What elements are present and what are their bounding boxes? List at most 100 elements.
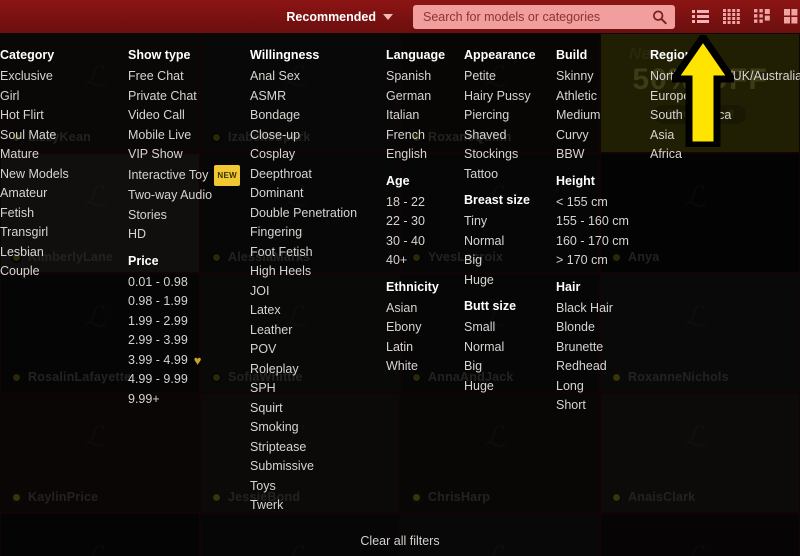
filter-option[interactable]: Dominant — [250, 184, 357, 204]
filter-option[interactable]: Two-way Audio — [128, 186, 240, 206]
filter-option[interactable]: Italian — [386, 106, 445, 126]
sort-dropdown[interactable]: Recommended — [280, 10, 399, 24]
filter-option[interactable]: Close-up — [250, 126, 357, 146]
filter-option[interactable]: Toys — [250, 477, 357, 497]
filter-option[interactable]: Asia — [650, 126, 800, 146]
filter-option[interactable]: Double Penetration — [250, 204, 357, 224]
filter-option[interactable]: Black Hair — [556, 299, 629, 319]
filter-option[interactable]: South America — [650, 106, 800, 126]
filter-option[interactable]: Exclusive — [0, 67, 69, 87]
search-box[interactable] — [413, 4, 675, 29]
filter-option[interactable]: > 170 cm — [556, 251, 629, 271]
filter-option[interactable]: Long — [556, 377, 629, 397]
filter-option[interactable]: Africa — [650, 145, 800, 165]
filter-option[interactable]: SPH — [250, 379, 357, 399]
filter-option[interactable]: Anal Sex — [250, 67, 357, 87]
filter-option[interactable]: Normal — [464, 232, 536, 252]
filter-option[interactable]: Asian — [386, 299, 445, 319]
filter-option[interactable]: English — [386, 145, 445, 165]
filter-option[interactable]: Athletic — [556, 87, 629, 107]
filter-option[interactable]: 4.99 - 9.99 — [128, 370, 240, 390]
filter-option[interactable]: Big — [464, 251, 536, 271]
filter-option[interactable]: Free Chat — [128, 67, 240, 87]
filter-option[interactable]: Smoking — [250, 418, 357, 438]
filter-option[interactable]: Soul Mate — [0, 126, 69, 146]
filter-option[interactable]: 2.99 - 3.99 — [128, 331, 240, 351]
filter-option[interactable]: Mature — [0, 145, 69, 165]
filter-option[interactable]: German — [386, 87, 445, 107]
filter-option[interactable]: 3.99 - 4.99 ♥ — [128, 351, 240, 371]
filter-option[interactable]: Transgirl — [0, 223, 69, 243]
filter-option[interactable]: Fingering — [250, 223, 357, 243]
filter-option[interactable]: Mobile Live — [128, 126, 240, 146]
filter-option[interactable]: Private Chat — [128, 87, 240, 107]
filter-option[interactable]: 22 - 30 — [386, 212, 445, 232]
filter-option[interactable]: VIP Show — [128, 145, 240, 165]
filter-option[interactable]: French — [386, 126, 445, 146]
filter-option[interactable]: 0.98 - 1.99 — [128, 292, 240, 312]
filter-option[interactable]: White — [386, 357, 445, 377]
filter-option[interactable]: Europe — [650, 87, 800, 107]
filter-option[interactable]: Foot Fetish — [250, 243, 357, 263]
filter-option[interactable]: Roleplay — [250, 360, 357, 380]
filter-option[interactable]: Hairy Pussy — [464, 87, 536, 107]
view-grid-medium-icon[interactable] — [754, 9, 770, 24]
filter-option[interactable]: Submissive — [250, 457, 357, 477]
filter-option[interactable]: < 155 cm — [556, 193, 629, 213]
filter-option[interactable]: 155 - 160 cm — [556, 212, 629, 232]
filter-option[interactable]: Deepthroat — [250, 165, 357, 185]
filter-option[interactable]: Skinny — [556, 67, 629, 87]
filter-option[interactable]: POV — [250, 340, 357, 360]
filter-option[interactable]: Hot Flirt — [0, 106, 69, 126]
filter-option[interactable]: Striptease — [250, 438, 357, 458]
filter-option[interactable]: Couple — [0, 262, 69, 282]
filter-option[interactable]: New Models — [0, 165, 69, 185]
filter-option[interactable]: Latex — [250, 301, 357, 321]
clear-all-filters-button[interactable]: Clear all filters — [0, 534, 800, 548]
filter-option[interactable]: 30 - 40 — [386, 232, 445, 252]
filter-option[interactable]: Amateur — [0, 184, 69, 204]
filter-option[interactable]: Redhead — [556, 357, 629, 377]
filter-option[interactable]: 160 - 170 cm — [556, 232, 629, 252]
filter-option[interactable]: Curvy — [556, 126, 629, 146]
filter-option[interactable]: Piercing — [464, 106, 536, 126]
filter-option[interactable]: BBW — [556, 145, 629, 165]
filter-option[interactable]: Twerk — [250, 496, 357, 516]
filter-option[interactable]: Lesbian — [0, 243, 69, 263]
filter-option[interactable]: Fetish — [0, 204, 69, 224]
filter-option[interactable]: Short — [556, 396, 629, 416]
filter-option[interactable]: Huge — [464, 377, 536, 397]
filter-option[interactable]: Cosplay — [250, 145, 357, 165]
filter-option[interactable]: Shaved — [464, 126, 536, 146]
filter-option[interactable]: High Heels — [250, 262, 357, 282]
filter-option[interactable]: ASMR — [250, 87, 357, 107]
filter-option[interactable]: Spanish — [386, 67, 445, 87]
filter-option[interactable]: Stories — [128, 206, 240, 226]
filter-option[interactable]: Leather — [250, 321, 357, 341]
view-grid-dense-icon[interactable] — [723, 9, 740, 24]
filter-option[interactable]: 0.01 - 0.98 — [128, 273, 240, 293]
view-list-icon[interactable] — [692, 9, 709, 24]
search-input[interactable] — [413, 4, 675, 29]
filter-option[interactable]: Tattoo — [464, 165, 536, 185]
filter-option[interactable]: Big — [464, 357, 536, 377]
filter-option[interactable]: North America/UK/Australia — [650, 67, 800, 87]
filter-option[interactable]: Girl — [0, 87, 69, 107]
filter-option[interactable]: Tiny — [464, 212, 536, 232]
filter-option[interactable]: Stockings — [464, 145, 536, 165]
filter-option[interactable]: Interactive Toy NEW — [128, 164, 240, 186]
filter-option[interactable]: Huge — [464, 271, 536, 291]
filter-option[interactable]: Ebony — [386, 318, 445, 338]
filter-option[interactable]: Medium — [556, 106, 629, 126]
search-icon[interactable] — [652, 9, 667, 24]
filter-option[interactable]: Squirt — [250, 399, 357, 419]
filter-option[interactable]: JOI — [250, 282, 357, 302]
filter-option[interactable]: Bondage — [250, 106, 357, 126]
filter-option[interactable]: Normal — [464, 338, 536, 358]
filter-option[interactable]: 40+ — [386, 251, 445, 271]
filter-option[interactable]: 9.99+ — [128, 390, 240, 410]
filter-option[interactable]: 1.99 - 2.99 — [128, 312, 240, 332]
filter-option[interactable]: Blonde — [556, 318, 629, 338]
filter-option[interactable]: Petite — [464, 67, 536, 87]
filter-option[interactable]: Video Call — [128, 106, 240, 126]
